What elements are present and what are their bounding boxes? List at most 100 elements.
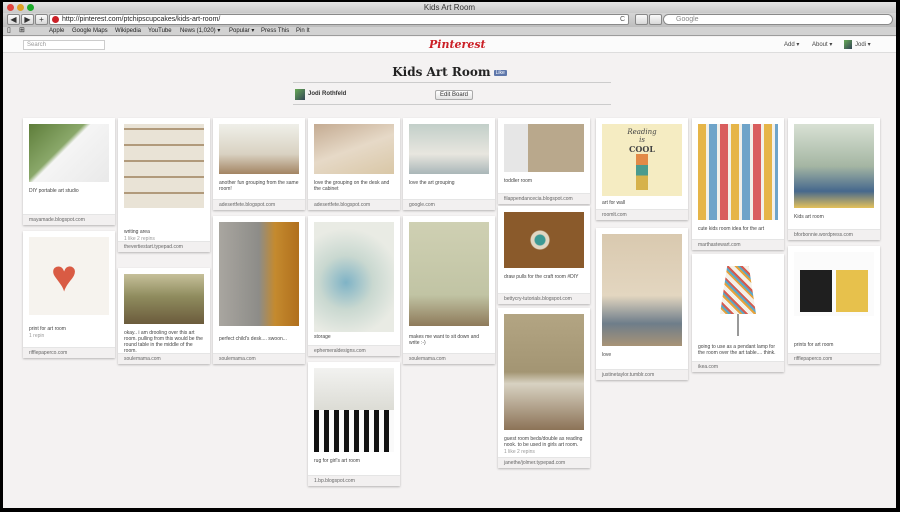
- pin-card[interactable]: rug for girl's art room 1.bp.blogspot.co…: [308, 362, 400, 486]
- pin-card[interactable]: love the art grouping google.com: [403, 118, 495, 210]
- address-bar[interactable]: http://pinterest.com/ptchipscupcakes/kid…: [49, 14, 629, 25]
- pin-source[interactable]: bettycry-tutorials.blogspot.com: [498, 293, 590, 304]
- pin-card[interactable]: love justinetaylor.tumblr.com: [596, 228, 688, 380]
- pin-image[interactable]: [124, 124, 204, 208]
- pin-source[interactable]: justinetaylor.tumblr.com: [596, 369, 688, 380]
- lamp-stand-icon: [737, 314, 739, 336]
- pin-image[interactable]: [602, 234, 682, 346]
- pin-image[interactable]: ♥: [29, 237, 109, 315]
- pin-card[interactable]: prints for art room rifflepaperco.com: [788, 246, 880, 364]
- pin-image[interactable]: [794, 252, 874, 316]
- pin-source[interactable]: filappendancecia.blogspot.com: [498, 193, 590, 204]
- pin-source[interactable]: rifflepaperco.com: [788, 353, 880, 364]
- pin-source[interactable]: adesertfete.blogspot.com: [308, 199, 400, 210]
- pin-source[interactable]: bforbonnie.wordpress.com: [788, 229, 880, 240]
- pin-card[interactable]: Kids art room bforbonnie.wordpress.com: [788, 118, 880, 240]
- owner-name[interactable]: Jodi Rothfeld: [308, 91, 346, 97]
- google-search-field[interactable]: Google: [663, 14, 893, 25]
- pin-source[interactable]: soulemama.com: [118, 353, 210, 364]
- pin-image[interactable]: [698, 124, 778, 220]
- pin-image[interactable]: [314, 368, 394, 452]
- pin-description: writing area: [124, 229, 150, 235]
- owner-avatar[interactable]: [295, 89, 305, 100]
- pin-card[interactable]: draw pulls for the craft room #DIY betty…: [498, 206, 590, 304]
- pinterest-logo[interactable]: Pinterest: [429, 38, 486, 51]
- pin-source[interactable]: soulemama.com: [403, 353, 495, 364]
- pin-source[interactable]: mayamade.blogspot.com: [23, 214, 115, 225]
- pin-description: prints for art room: [794, 342, 834, 348]
- pin-source[interactable]: janethe/jolmer.typepad.com: [498, 457, 590, 468]
- book-icon[interactable]: ▯: [7, 27, 11, 35]
- pin-source[interactable]: adesertfete.blogspot.com: [213, 199, 305, 210]
- add-bookmark-button[interactable]: +: [35, 14, 48, 25]
- pin-card[interactable]: storage ephemeraldesigns.com: [308, 216, 400, 356]
- pin-image[interactable]: [409, 124, 489, 174]
- bookmark-pin-it[interactable]: Pin It: [296, 27, 310, 35]
- pin-card[interactable]: Reading is COOL art for wall roomlt.com: [596, 118, 688, 220]
- pin-image[interactable]: [124, 274, 204, 324]
- search-input[interactable]: Search: [23, 40, 105, 50]
- window-title: Kids Art Room: [423, 3, 476, 12]
- pin-source[interactable]: roomlt.com: [596, 209, 688, 220]
- pin-image[interactable]: [314, 222, 394, 332]
- pin-card[interactable]: ♥ print for art room 1 repin rifflepaper…: [23, 231, 115, 358]
- pin-source[interactable]: google.com: [403, 199, 495, 210]
- pin-source[interactable]: marthastewart.com: [692, 239, 784, 250]
- like-button[interactable]: Like: [493, 70, 507, 76]
- pin-card[interactable]: toddler room filappendancecia.blogspot.c…: [498, 118, 590, 204]
- rss-button[interactable]: [635, 14, 648, 25]
- pin-image[interactable]: [219, 124, 299, 174]
- pin-source[interactable]: soulemama.com: [213, 353, 305, 364]
- pin-card[interactable]: DIY portable art studio mayamade.blogspo…: [23, 118, 115, 225]
- pin-card[interactable]: makes me want to sit down and write :-) …: [403, 216, 495, 364]
- pin-image[interactable]: [29, 124, 109, 182]
- lamp-shade-icon: [720, 266, 756, 314]
- bookmark-popular[interactable]: Popular ▾: [229, 27, 254, 35]
- pin-card[interactable]: writing area 1 like 2 repins thevertiest…: [118, 118, 210, 252]
- zoom-icon[interactable]: [27, 4, 34, 11]
- pin-source[interactable]: 1.bp.blogspot.com: [308, 475, 400, 486]
- pin-card[interactable]: love the grouping on the desk and the ca…: [308, 118, 400, 210]
- bookmark-news[interactable]: News (1,020) ▾: [180, 27, 220, 35]
- bookmark-press-this[interactable]: Press This: [261, 27, 289, 35]
- pin-source[interactable]: ikea.com: [692, 361, 784, 372]
- pin-description: perfect child's desk.... swoon...: [219, 336, 287, 342]
- bookmark-youtube[interactable]: YouTube: [148, 27, 172, 35]
- pin-image[interactable]: [504, 124, 584, 172]
- tools-button[interactable]: [649, 14, 662, 25]
- bookmark-wikipedia[interactable]: Wikipedia: [115, 27, 141, 35]
- pin-image[interactable]: [794, 124, 874, 208]
- divider: [293, 104, 611, 105]
- pinterest-favicon-icon: [52, 16, 59, 23]
- pin-card[interactable]: going to use as a pendant lamp for the r…: [692, 254, 784, 372]
- back-button[interactable]: ◀: [7, 14, 20, 25]
- forward-button[interactable]: ▶: [21, 14, 34, 25]
- pin-card[interactable]: cute kids room idea for the art marthast…: [692, 118, 784, 250]
- pin-image[interactable]: [504, 212, 584, 268]
- pin-description: DIY portable art studio: [29, 188, 79, 194]
- pin-card[interactable]: okay.. i am drooling over this art room.…: [118, 268, 210, 364]
- bookmark-apple[interactable]: Apple: [49, 27, 64, 35]
- add-menu[interactable]: Add ▾: [784, 41, 799, 48]
- pin-source[interactable]: ephemeraldesigns.com: [308, 345, 400, 356]
- about-menu[interactable]: About ▾: [812, 41, 832, 48]
- pin-card[interactable]: another fun grouping from the same room!…: [213, 118, 305, 210]
- bookmark-google-maps[interactable]: Google Maps: [72, 27, 108, 35]
- grid-icon[interactable]: ⊞: [19, 27, 25, 35]
- close-icon[interactable]: [7, 4, 14, 11]
- minimize-icon[interactable]: [17, 4, 24, 11]
- user-avatar[interactable]: [844, 40, 852, 49]
- pin-image[interactable]: [504, 314, 584, 430]
- pin-source[interactable]: thevertiestart.typepad.com: [118, 241, 210, 252]
- pin-image[interactable]: [409, 222, 489, 326]
- pin-card[interactable]: guest room beds/double as reading nook. …: [498, 308, 590, 468]
- pin-image[interactable]: Reading is COOL: [602, 124, 682, 196]
- user-menu[interactable]: Jodi ▾: [855, 41, 871, 48]
- pin-image[interactable]: [219, 222, 299, 326]
- pin-image[interactable]: [698, 260, 778, 340]
- pin-image[interactable]: [314, 124, 394, 174]
- reload-icon[interactable]: C: [620, 15, 625, 24]
- edit-board-button[interactable]: Edit Board: [435, 90, 474, 100]
- pin-card[interactable]: perfect child's desk.... swoon... soulem…: [213, 216, 305, 364]
- pin-source[interactable]: rifflepaperco.com: [23, 347, 115, 358]
